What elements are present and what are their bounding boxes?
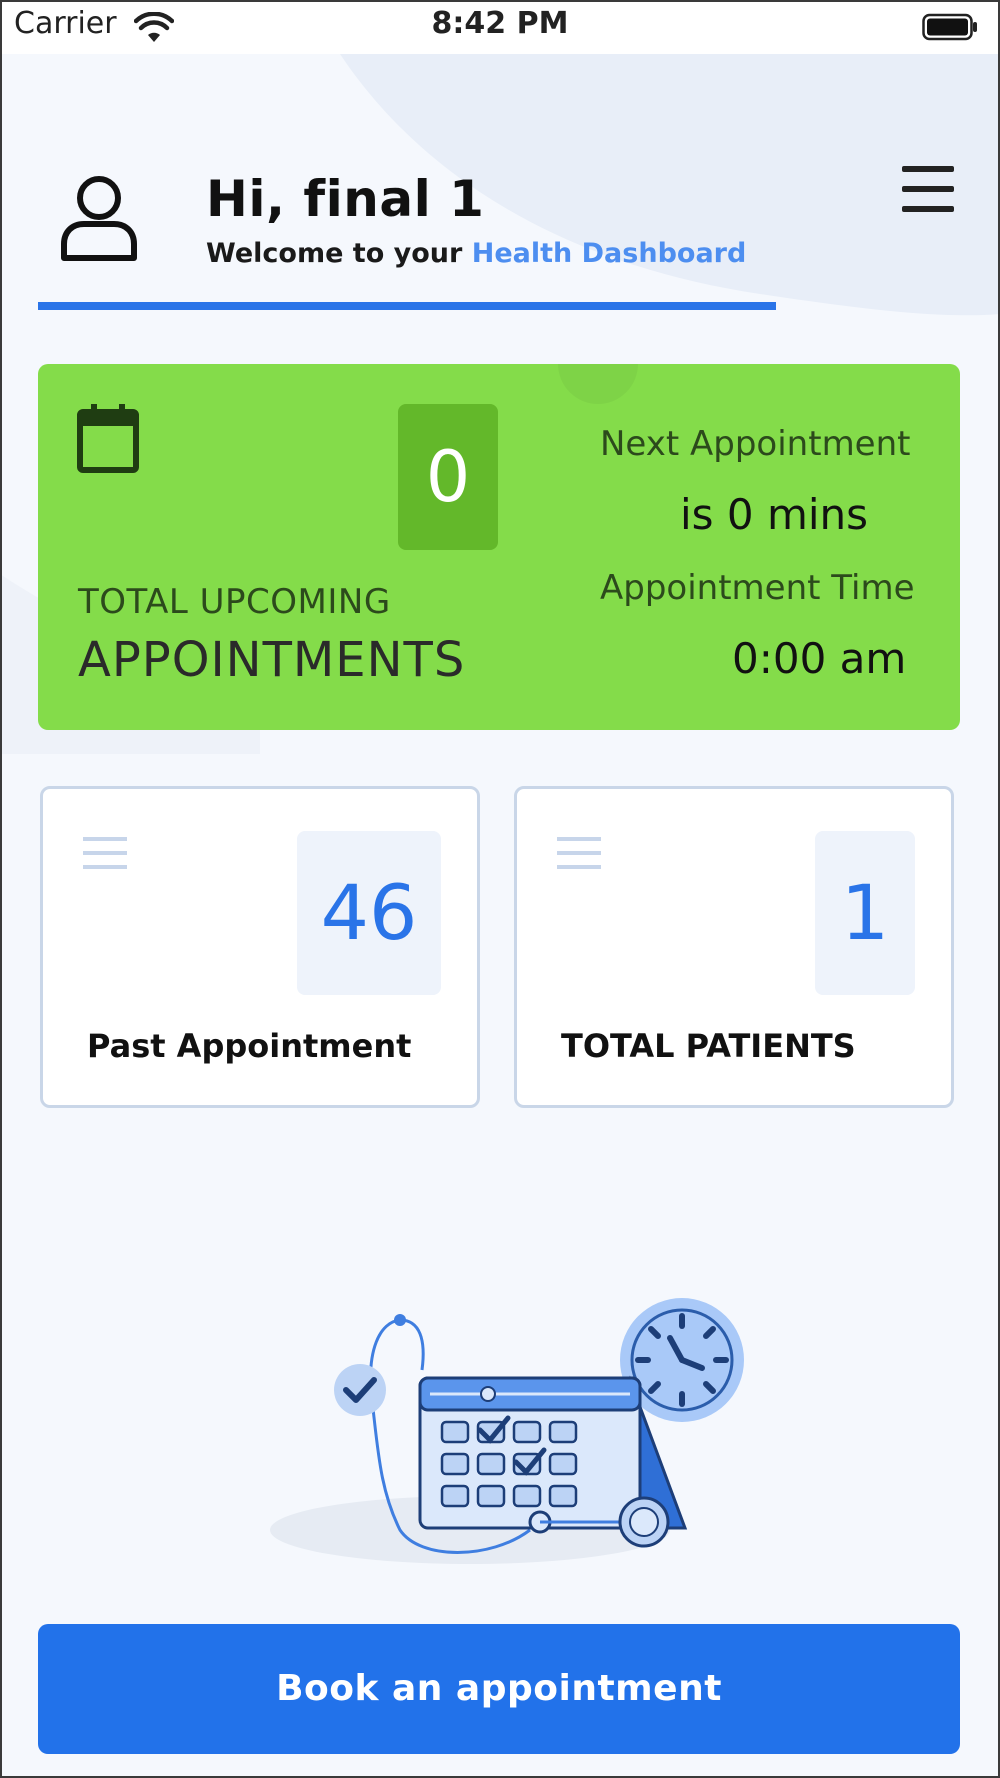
appointment-time-label: Appointment Time	[600, 568, 915, 608]
health-dashboard-highlight: Health Dashboard	[471, 238, 747, 269]
next-appointment-value: is 0 mins	[680, 490, 869, 539]
book-appointment-button[interactable]: Book an appointment	[38, 1624, 960, 1754]
total-patients-count: 1	[815, 831, 915, 995]
upcoming-appointments-card[interactable]: 0 TOTAL UPCOMING APPOINTMENTS Next Appoi…	[38, 364, 960, 730]
next-appointment-label: Next Appointment	[600, 424, 911, 464]
status-bar: Carrier 8:42 PM	[0, 0, 1000, 54]
calendar-stethoscope-clock-illustration	[270, 1298, 744, 1564]
user-icon	[61, 176, 137, 261]
status-time: 8:42 PM	[431, 6, 569, 41]
card-decoration	[558, 364, 638, 404]
header-underline	[38, 302, 776, 310]
total-patients-card[interactable]: 1 TOTAL PATIENTS	[514, 786, 954, 1108]
upcoming-subtitle: TOTAL UPCOMING	[78, 582, 391, 622]
welcome-prefix: Welcome to your	[206, 238, 472, 269]
list-lines-icon	[557, 837, 601, 875]
past-appointments-card[interactable]: 46 Past Appointment	[40, 786, 480, 1108]
appointment-time-value: 0:00 am	[732, 634, 907, 683]
welcome-text: Welcome to your Health Dashboard	[206, 238, 746, 269]
list-lines-icon	[83, 837, 127, 875]
upcoming-title: APPOINTMENTS	[78, 632, 466, 688]
total-patients-label: TOTAL PATIENTS	[561, 1027, 856, 1065]
hamburger-menu-icon[interactable]	[902, 166, 956, 214]
battery-icon	[922, 13, 977, 41]
past-appointments-count: 46	[297, 831, 441, 995]
past-appointments-label: Past Appointment	[87, 1027, 412, 1065]
upcoming-count: 0	[398, 404, 498, 550]
calendar-icon	[77, 404, 139, 473]
greeting-title: Hi, final 1	[206, 170, 485, 228]
